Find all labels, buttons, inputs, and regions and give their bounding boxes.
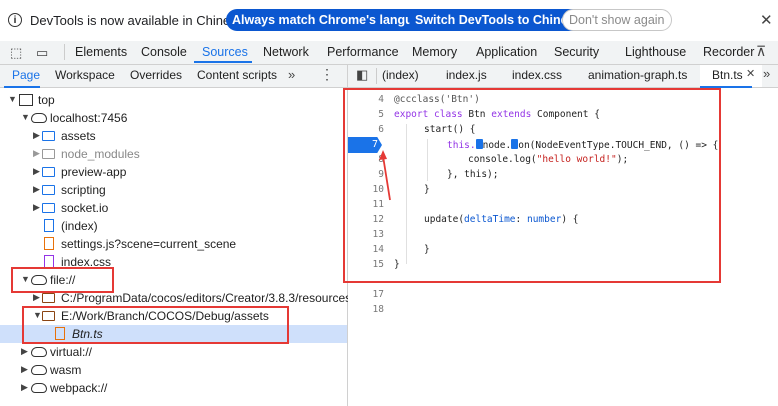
tab-application[interactable]: Application (476, 45, 537, 59)
line-number[interactable]: 17 (348, 289, 384, 300)
script-file-icon (44, 237, 54, 250)
toggle-navigator-icon[interactable]: ◧ (356, 67, 368, 83)
collapse-arrow-icon: ▶ (21, 382, 28, 392)
device-toolbar-icon[interactable]: ▭ (36, 45, 48, 61)
cloud-icon (31, 365, 47, 375)
close-tab-icon[interactable]: ✕ (746, 67, 755, 80)
more-tabs-icon[interactable]: » (288, 67, 295, 82)
switch-to-chinese-button[interactable]: Switch DevTools to Chinese (409, 9, 588, 31)
tree-label: webpack:// (50, 381, 108, 395)
frame-icon (19, 94, 33, 106)
tab-memory[interactable]: Memory (412, 45, 457, 59)
collapse-arrow-icon: ▶ (33, 130, 40, 140)
file-tab-index[interactable]: (index) (382, 68, 419, 82)
dont-show-again-button[interactable]: Don't show again (562, 9, 672, 31)
tab-sources[interactable]: Sources (202, 45, 248, 59)
tab-page[interactable]: Page (12, 68, 40, 82)
tree-label: top (38, 93, 55, 107)
info-icon: i (8, 13, 22, 27)
infobar-message: DevTools is now available in Chinese! (30, 13, 248, 28)
folder-icon (42, 167, 55, 177)
tree-label: localhost:7456 (50, 111, 128, 125)
file-tab-index-js[interactable]: index.js (446, 68, 487, 82)
tab-recorder[interactable]: Recorder (703, 45, 754, 59)
tree-label: wasm (50, 363, 82, 377)
collapse-arrow-icon: ▶ (21, 364, 28, 374)
tab-elements[interactable]: Elements (75, 45, 127, 59)
tree-label: C:/ProgramData/cocos/editors/Creator/3.8… (61, 291, 355, 305)
annotation-box-file-scheme (11, 267, 114, 293)
language-infobar: i DevTools is now available in Chinese! … (0, 0, 778, 42)
tab-console[interactable]: Console (141, 45, 187, 59)
tree-item-node-modules[interactable]: ▶ node_modules (0, 145, 347, 163)
expand-arrow-icon: ▼ (8, 94, 17, 104)
folder-icon (42, 149, 55, 159)
collapse-arrow-icon: ▶ (33, 202, 40, 212)
tree-label: assets (61, 129, 96, 143)
tree-item-localhost[interactable]: ▼ localhost:7456 (0, 109, 347, 127)
toolbar-divider (376, 68, 377, 84)
folder-icon (42, 131, 55, 141)
file-tab-index-css[interactable]: index.css (512, 68, 562, 82)
active-subtab-underline (4, 86, 40, 88)
folder-icon (42, 203, 55, 213)
active-tab-underline (194, 61, 252, 63)
tree-label: node_modules (61, 147, 140, 161)
tree-label: (index) (61, 219, 98, 233)
tree-item-settings-js[interactable]: settings.js?scene=current_scene (0, 235, 347, 253)
tree-item-socket-io[interactable]: ▶ socket.io (0, 199, 347, 217)
tab-performance[interactable]: Performance (327, 45, 399, 59)
recorder-icon: ⊼ (756, 43, 767, 59)
tab-overrides[interactable]: Overrides (130, 68, 182, 82)
tree-item-index[interactable]: (index) (0, 217, 347, 235)
tab-security[interactable]: Security (554, 45, 599, 59)
tab-workspace[interactable]: Workspace (55, 68, 115, 82)
annotation-arrow-icon (379, 150, 391, 201)
tree-item-assets[interactable]: ▶ assets (0, 127, 347, 145)
cloud-icon (31, 347, 47, 357)
tree-item-wasm[interactable]: ▶ wasm (0, 361, 347, 379)
tree-label: settings.js?scene=current_scene (61, 237, 237, 251)
more-options-icon[interactable]: ⋮ (320, 66, 334, 83)
cloud-icon (31, 383, 47, 393)
document-file-icon (44, 219, 54, 232)
collapse-arrow-icon: ▶ (21, 346, 28, 356)
cloud-icon (31, 113, 47, 123)
tree-item-webpack[interactable]: ▶ webpack:// (0, 379, 347, 397)
line-number[interactable]: 18 (348, 304, 384, 315)
close-icon[interactable]: ✕ (760, 11, 773, 29)
more-tabs-icon[interactable]: » (763, 66, 770, 81)
collapse-arrow-icon: ▶ (33, 148, 40, 158)
folder-icon (42, 293, 55, 303)
tree-label: socket.io (61, 201, 109, 215)
annotation-box-code (343, 88, 721, 283)
file-tab-animation-graph[interactable]: animation-graph.ts (588, 68, 687, 82)
expand-arrow-icon: ▼ (21, 112, 30, 122)
tab-lighthouse[interactable]: Lighthouse (625, 45, 686, 59)
tree-label: virtual:// (50, 345, 93, 359)
annotation-box-work-assets (22, 306, 289, 344)
collapse-arrow-icon: ▶ (33, 184, 40, 194)
navigator-tabs: Page Workspace Overrides Content scripts… (0, 65, 347, 88)
toolbar-divider (64, 44, 65, 60)
tree-item-scripting[interactable]: ▶ scripting (0, 181, 347, 199)
inspect-element-icon[interactable]: ⬚ (10, 45, 22, 61)
collapse-arrow-icon: ▶ (33, 166, 40, 176)
tree-label: preview-app (61, 165, 127, 179)
folder-icon (42, 185, 55, 195)
collapse-arrow-icon: ▶ (33, 292, 40, 302)
tree-label: scripting (61, 183, 106, 197)
tab-network[interactable]: Network (263, 45, 309, 59)
tab-content-scripts[interactable]: Content scripts (197, 68, 277, 82)
file-tab-btn-ts[interactable]: Btn.ts (712, 68, 743, 82)
main-panel-tabs: ⬚ ▭ Elements Console Sources Network Per… (0, 41, 778, 65)
tree-item-virtual[interactable]: ▶ virtual:// (0, 343, 347, 361)
tree-item-preview-app[interactable]: ▶ preview-app (0, 163, 347, 181)
tree-item-top[interactable]: ▼ top (0, 91, 347, 109)
